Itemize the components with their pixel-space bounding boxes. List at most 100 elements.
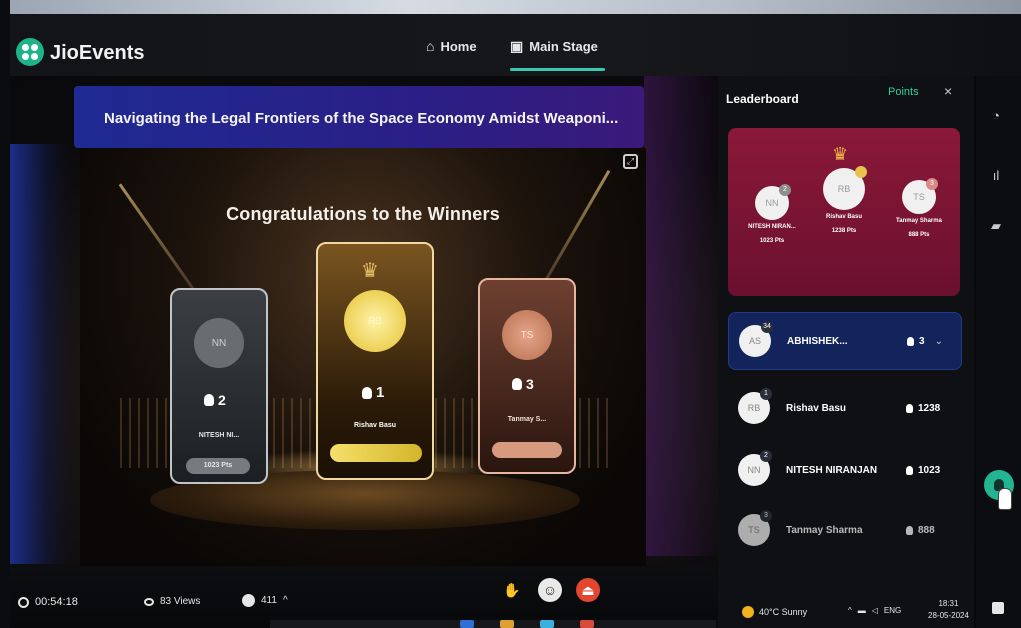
winner-rank: 3 — [512, 376, 534, 392]
row-name: ABHISHEK... — [787, 335, 848, 347]
session-timer: 00:54:18 — [18, 596, 78, 608]
chevron-up-icon: ^ — [282, 595, 288, 606]
nav-main-stage-label: Main Stage — [529, 39, 598, 54]
sun-icon — [742, 606, 754, 618]
monitor-bezel — [0, 0, 1021, 14]
avatar: NN — [194, 318, 244, 368]
rank-badge: 3 — [926, 178, 938, 190]
rank-badge: 2 — [779, 184, 791, 196]
rank-badge: 34 — [761, 321, 773, 333]
podium-points: 888 Pts — [908, 232, 930, 238]
row-name: Rishav Basu — [786, 402, 847, 414]
chat-icon[interactable]: ◔ — [988, 108, 1004, 124]
winner-points — [330, 444, 422, 462]
podium-name: Tanmay Sharma — [896, 218, 942, 224]
winner-card-third: TS 3 Tanmay S... — [478, 278, 576, 474]
taskbar-app-icon[interactable] — [540, 620, 554, 628]
raise-hand-button[interactable]: ✋ — [500, 578, 524, 602]
crown-icon: ♛ — [832, 144, 849, 164]
rank-badge: 3 — [760, 510, 772, 522]
brand-name: JioEvents — [50, 42, 145, 64]
winner-rank: 1 — [362, 384, 384, 401]
podium-entry-third[interactable]: TS 3 Tanmay Sharma 888 Pts — [884, 178, 954, 238]
row-name: NITESH NIRANJAN — [786, 464, 878, 476]
row-value: 3 — [907, 336, 925, 347]
language-indicator: ENG — [883, 606, 902, 615]
podium-name: Rishav Basu — [825, 214, 862, 220]
notification-icon[interactable] — [992, 602, 1004, 614]
fullscreen-icon[interactable]: ⤢ — [623, 154, 638, 169]
bottom-control-bar: 00:54:18 83 Views 411 ^ ✋ ☺ ⏏ — [10, 566, 716, 628]
clock-time: 18:31 — [938, 599, 959, 608]
clock-date: 28-05-2024 — [928, 611, 969, 620]
podium-name: NITESH NIRAN... — [748, 224, 796, 230]
jioevents-app: JioEvents ⌂ Home ▣ Main Stage Navigating… — [10, 14, 1021, 628]
leaderboard-title: Leaderboard — [726, 92, 799, 106]
winner-points: 1023 Pts — [186, 458, 250, 474]
taskbar-app-icon[interactable] — [580, 620, 594, 628]
row-value: 1023 — [906, 465, 940, 476]
avatar: RB — [823, 166, 867, 210]
session-title-bar: Navigating the Legal Frontiers of the Sp… — [74, 86, 644, 148]
qa-icon[interactable]: ▰ — [988, 218, 1004, 234]
trophy-icon — [907, 336, 914, 346]
leaderboard-row-current-user[interactable]: AS 34 ABHISHEK... 3 ⌄ — [728, 312, 962, 370]
nav-main-stage[interactable]: ▣ Main Stage — [510, 38, 598, 55]
podium-entry-first[interactable]: RB Rishav Basu 1238 Pts — [812, 166, 876, 234]
avatar: NN 2 — [755, 184, 791, 220]
active-tab-indicator — [510, 68, 605, 71]
crown-icon: ♛ — [361, 260, 379, 282]
winner-rank: 2 — [204, 392, 226, 408]
podium-points: 1023 Pts — [759, 238, 785, 244]
rank-badge: 2 — [760, 450, 772, 462]
background-glow — [10, 144, 70, 564]
background-haze — [644, 76, 724, 556]
podium-points: 1238 Pts — [831, 228, 857, 234]
avatar: TS 3 — [902, 178, 938, 214]
leave-button[interactable]: ⏏ — [576, 578, 600, 602]
leaderboard-row[interactable]: NN 2 NITESH NIRANJAN 1023 — [728, 442, 962, 498]
mouse-cursor — [998, 488, 1012, 510]
leaderboard-row[interactable]: TS 3 Tanmay Sharma 888 — [728, 502, 962, 558]
attendee-count[interactable]: 411 ^ — [242, 594, 288, 607]
volume-icon: ◁ — [871, 606, 878, 615]
eye-icon — [144, 597, 154, 606]
stage-icon: ▣ — [510, 38, 524, 54]
right-rail: ◔ ıl ▰ — [976, 76, 1021, 628]
chevron-up-icon: ^ — [848, 606, 852, 615]
taskbar-app-icon[interactable] — [460, 620, 474, 628]
avatar: NN 2 — [738, 450, 772, 486]
home-icon: ⌂ — [426, 38, 435, 54]
winners-heading: Congratulations to the Winners — [226, 204, 500, 224]
avatar: TS 3 — [738, 510, 772, 546]
chevron-down-icon[interactable]: ⌄ — [935, 336, 943, 347]
leaderboard-panel: Leaderboard Points × ♛ NN 2 NITESH NIRAN.… — [718, 76, 974, 628]
reactions-button[interactable]: ☺ — [538, 578, 562, 602]
system-tray[interactable]: ^ ▬ ◁ ENG — [848, 606, 901, 615]
os-taskbar — [270, 620, 716, 628]
winner-points — [492, 442, 562, 458]
jioevents-logo-icon — [16, 38, 44, 66]
podium-entry-second[interactable]: NN 2 NITESH NIRAN... 1023 Pts — [740, 184, 804, 244]
monitor-edge — [0, 0, 10, 628]
trophy-icon — [512, 378, 522, 390]
leaderboard-row[interactable]: RB 1 Rishav Basu 1238 — [728, 380, 962, 436]
session-title: Navigating the Legal Frontiers of the Sp… — [104, 110, 619, 127]
close-icon[interactable]: × — [944, 83, 952, 99]
taskbar-app-icon[interactable] — [500, 620, 514, 628]
main-stage-view: ⤢ Congratulations to the Winners NN 2 NI… — [80, 148, 646, 568]
poll-icon[interactable]: ıl — [988, 168, 1004, 184]
weather-widget[interactable]: 40°C Sunny — [742, 606, 807, 618]
row-name: Tanmay Sharma — [786, 524, 863, 536]
nav-home[interactable]: ⌂ Home — [426, 38, 477, 54]
system-clock[interactable]: 18:31 28-05-2024 — [928, 598, 969, 622]
trophy-icon — [362, 386, 372, 399]
avatar: AS 34 — [739, 321, 773, 357]
network-icon: ▬ — [857, 606, 866, 615]
winner-card-first: ♛ RB 1 Rishav Basu — [316, 242, 434, 480]
winner-name: Rishav Basu — [353, 422, 397, 429]
rank-badge: 1 — [760, 388, 772, 400]
nav-home-label: Home — [440, 38, 477, 54]
tab-points[interactable]: Points — [888, 86, 919, 98]
top-bar: JioEvents ⌂ Home ▣ Main Stage — [10, 14, 1021, 76]
